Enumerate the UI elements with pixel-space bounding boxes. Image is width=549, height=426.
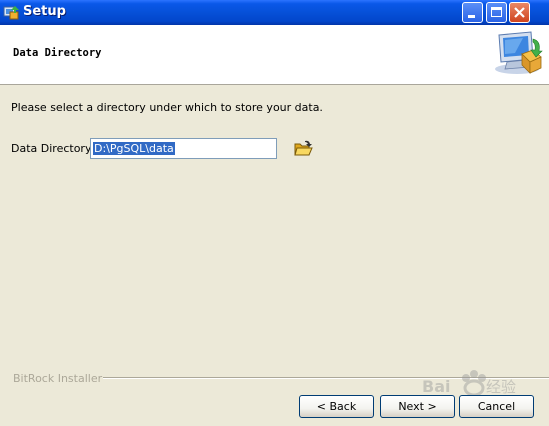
- wizard-header: Data Directory: [0, 25, 549, 85]
- folder-open-icon: [294, 140, 313, 156]
- page-title: Data Directory: [13, 47, 102, 59]
- svg-text:Bai: Bai: [422, 377, 450, 396]
- cancel-button[interactable]: Cancel: [459, 395, 534, 418]
- data-directory-label: Data Directory: [11, 142, 92, 155]
- window-title: Setup: [23, 4, 66, 19]
- data-directory-input[interactable]: D:\PgSQL\data: [90, 138, 277, 159]
- data-directory-value: D:\PgSQL\data: [93, 142, 175, 155]
- title-bar[interactable]: Setup: [0, 0, 549, 25]
- installer-brand: BitRock Installer: [13, 372, 103, 385]
- computer-install-icon: [495, 31, 543, 74]
- close-icon: [514, 7, 525, 18]
- maximize-icon: [491, 7, 502, 17]
- back-button[interactable]: < Back: [299, 395, 374, 418]
- svg-text:经验: 经验: [486, 378, 516, 396]
- setup-window: Setup Data Directory Please select a dir…: [0, 0, 549, 426]
- maximize-button[interactable]: [486, 2, 507, 23]
- setup-app-icon: [3, 6, 19, 20]
- close-button[interactable]: [509, 2, 530, 23]
- instruction-text: Please select a directory under which to…: [11, 101, 323, 114]
- next-button[interactable]: Next >: [380, 395, 455, 418]
- minimize-button[interactable]: [462, 2, 483, 23]
- minimize-icon: [468, 15, 475, 18]
- browse-folder-button[interactable]: [292, 139, 314, 159]
